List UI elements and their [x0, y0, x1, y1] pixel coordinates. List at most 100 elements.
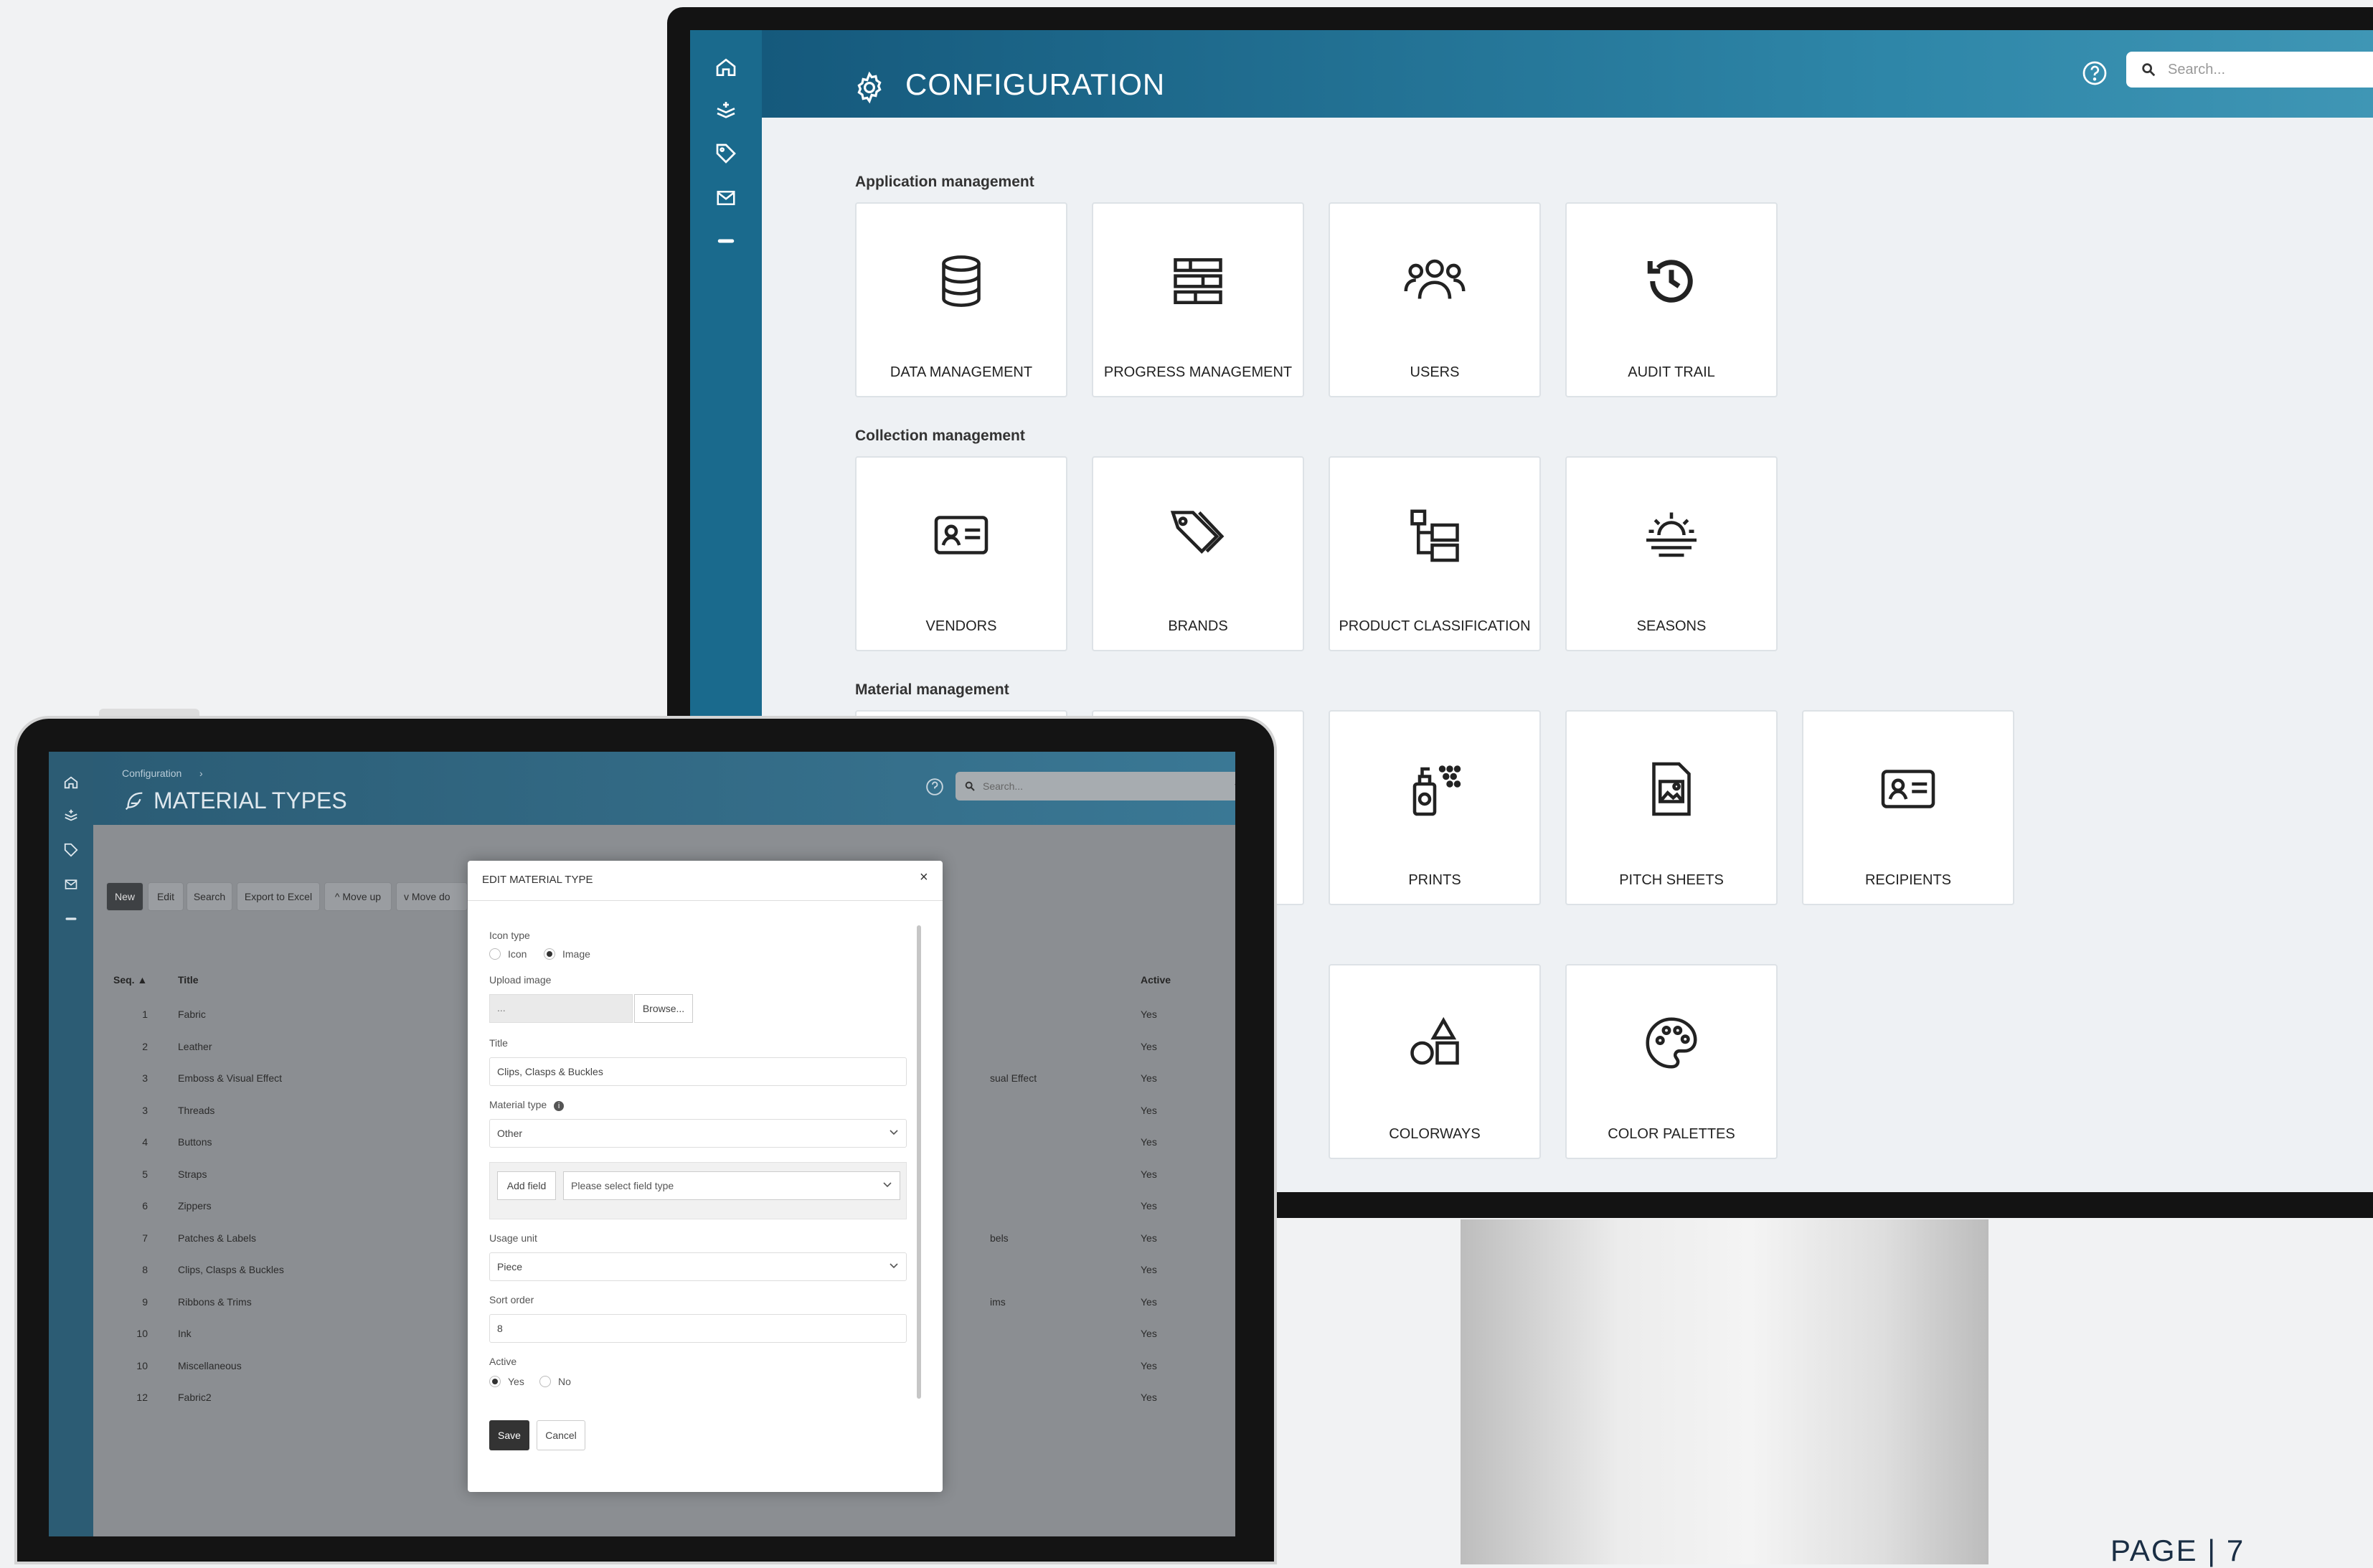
tile-brands[interactable]: BRANDS	[1092, 456, 1304, 651]
cell-title: Miscellaneous	[178, 1359, 242, 1371]
radio-yes-label: Yes	[508, 1376, 524, 1387]
upload-file-field[interactable]: ...	[489, 994, 633, 1023]
section-collection-management: Collection management	[855, 428, 1025, 444]
edit-button[interactable]: Edit	[148, 882, 184, 911]
tile-label: COLOR PALETTES	[1608, 1126, 1735, 1142]
mail-icon[interactable]	[712, 184, 740, 212]
breadcrumb-separator: ›	[199, 768, 203, 779]
home-icon[interactable]	[62, 773, 80, 792]
tile-color-palettes[interactable]: COLOR PALETTES	[1565, 964, 1778, 1159]
tile-recipients[interactable]: RECIPIENTS	[1802, 710, 2014, 905]
usage-unit-label: Usage unit	[489, 1232, 537, 1244]
tile-pitch-sheets[interactable]: PITCH SHEETS	[1565, 710, 1778, 905]
mail-icon[interactable]	[62, 875, 80, 894]
cell-title: Threads	[178, 1104, 215, 1116]
cell-active: Yes	[1141, 1359, 1157, 1371]
tile-label: USERS	[1410, 364, 1460, 380]
radio-image[interactable]	[544, 948, 555, 960]
cell-title: Straps	[178, 1168, 207, 1180]
col-seq-header[interactable]: Seq. ▲	[113, 974, 147, 986]
cell-seq: 3	[142, 1104, 148, 1116]
tile-label: PITCH SHEETS	[1619, 872, 1724, 888]
chevron-down-icon	[890, 1130, 898, 1135]
cell-seq: 7	[142, 1232, 148, 1244]
radio-active-no[interactable]	[539, 1376, 551, 1387]
tag-icon[interactable]	[62, 841, 80, 859]
cell-title: Zippers	[178, 1200, 212, 1212]
active-label: Active	[489, 1356, 517, 1367]
title-input[interactable]: Clips, Clasps & Buckles	[489, 1057, 907, 1086]
breadcrumb[interactable]: Configuration	[122, 768, 181, 779]
search-placeholder: Search...	[983, 780, 1024, 792]
cell-active: Yes	[1141, 1009, 1157, 1020]
modal-scrollbar[interactable]	[917, 925, 921, 1399]
radio-active-yes[interactable]	[489, 1376, 501, 1387]
export-excel-button[interactable]: Export to Excel	[237, 882, 320, 911]
sort-order-label: Sort order	[489, 1294, 534, 1305]
search-button[interactable]: Search	[187, 882, 232, 911]
layers-icon[interactable]	[62, 806, 80, 825]
cell-title: Clips, Clasps & Buckles	[178, 1264, 284, 1275]
tile-data-management[interactable]: DATA MANAGEMENT	[855, 202, 1067, 397]
move-up-button[interactable]: ^ Move up	[324, 882, 392, 911]
tile-label: VENDORS	[925, 618, 997, 634]
modal-header: EDIT MATERIAL TYPE ×	[468, 861, 943, 901]
tag-icon[interactable]	[712, 139, 740, 168]
monitor-stand	[1461, 1219, 1988, 1564]
tile-label: AUDIT TRAIL	[1628, 364, 1715, 380]
tile-seasons[interactable]: SEASONS	[1565, 456, 1778, 651]
field-type-select[interactable]: Please select field type	[563, 1171, 900, 1200]
cell-title: Buttons	[178, 1136, 212, 1148]
radio-icon-label: Icon	[508, 948, 527, 960]
usage-unit-select[interactable]: Piece	[489, 1252, 907, 1281]
vendor-card-icon	[934, 516, 989, 554]
layers-icon[interactable]	[712, 96, 740, 125]
tile-progress-management[interactable]: PROGRESS MANAGEMENT	[1092, 202, 1304, 397]
history-icon	[1647, 260, 1693, 303]
image-document-icon	[1652, 762, 1691, 816]
tile-vendors[interactable]: VENDORS	[855, 456, 1067, 651]
tile-users[interactable]: USERS	[1329, 202, 1541, 397]
chevron-down-icon	[890, 1263, 898, 1269]
tile-product-classification[interactable]: PRODUCT CLASSIFICATION	[1329, 456, 1541, 651]
tile-prints[interactable]: PRINTS	[1329, 710, 1541, 905]
col-active-header[interactable]: Active	[1141, 974, 1171, 986]
help-icon[interactable]	[925, 778, 944, 796]
col-title-header[interactable]: Title	[178, 974, 199, 986]
page-number: PAGE | 7	[2110, 1534, 2245, 1567]
minus-icon[interactable]	[712, 227, 740, 255]
help-icon[interactable]	[2082, 60, 2108, 86]
section-application-management: Application management	[855, 174, 1034, 190]
add-field-button[interactable]: Add field	[497, 1171, 556, 1200]
tile-label: SEASONS	[1636, 618, 1707, 634]
search-input[interactable]: Search...	[2126, 52, 2373, 88]
section-material-management: Material management	[855, 681, 1009, 698]
new-button[interactable]: New	[106, 882, 143, 911]
browse-button[interactable]: Browse...	[634, 994, 693, 1023]
move-down-button[interactable]: v Move do	[396, 882, 468, 911]
tile-colorways[interactable]: COLORWAYS	[1329, 964, 1541, 1159]
cancel-button[interactable]: Cancel	[537, 1420, 585, 1450]
radio-icon[interactable]	[489, 948, 501, 960]
material-type-select[interactable]: Other	[489, 1119, 907, 1148]
save-button[interactable]: Save	[489, 1420, 529, 1450]
search-placeholder: Search...	[2168, 61, 2226, 77]
close-icon[interactable]: ×	[920, 869, 928, 886]
tile-label: DATA MANAGEMENT	[890, 364, 1033, 380]
minus-icon[interactable]	[62, 910, 80, 928]
sun-horizon-icon	[1646, 512, 1697, 557]
cell-seq: 10	[136, 1359, 148, 1371]
cell-title: Fabric2	[178, 1392, 212, 1403]
sort-order-input[interactable]: 8	[489, 1314, 907, 1343]
desktop-header: CONFIGURATION Search...	[762, 30, 2373, 118]
page-title: CONFIGURATION	[905, 67, 1166, 101]
cell-title: Fabric	[178, 1009, 206, 1020]
home-icon[interactable]	[712, 53, 740, 82]
tile-label: PROGRESS MANAGEMENT	[1103, 364, 1293, 380]
cell-active: Yes	[1141, 1392, 1157, 1403]
tile-audit-trail[interactable]: AUDIT TRAIL	[1565, 202, 1778, 397]
search-input[interactable]: Search...	[956, 772, 1235, 800]
info-icon: i	[554, 1101, 565, 1111]
cell-seq: 1	[142, 1009, 148, 1020]
feather-icon	[122, 789, 146, 813]
